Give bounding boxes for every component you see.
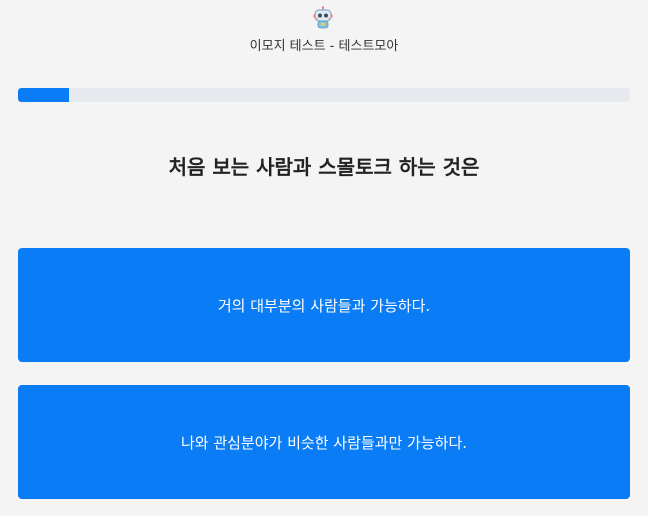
site-title: 이모지 테스트 - 테스트모아 (249, 39, 399, 54)
answer-option-2-label: 나와 관심분야가 비슷한 사람들과만 가능하다. (180, 433, 468, 452)
question-text: 처음 보는 사람과 스몰토크 하는 것은 (168, 155, 480, 179)
answer-option-1-label: 거의 대부분의 사람들과 가능하다. (217, 296, 431, 315)
answer-option-2-button[interactable]: 나와 관심분야가 비슷한 사람들과만 가능하다. (18, 385, 630, 499)
progress-bar (18, 88, 630, 102)
robot-mascot-icon (311, 6, 335, 30)
progress-bar-fill (18, 88, 69, 102)
answer-option-1-button[interactable]: 거의 대부분의 사람들과 가능하다. (18, 248, 630, 362)
